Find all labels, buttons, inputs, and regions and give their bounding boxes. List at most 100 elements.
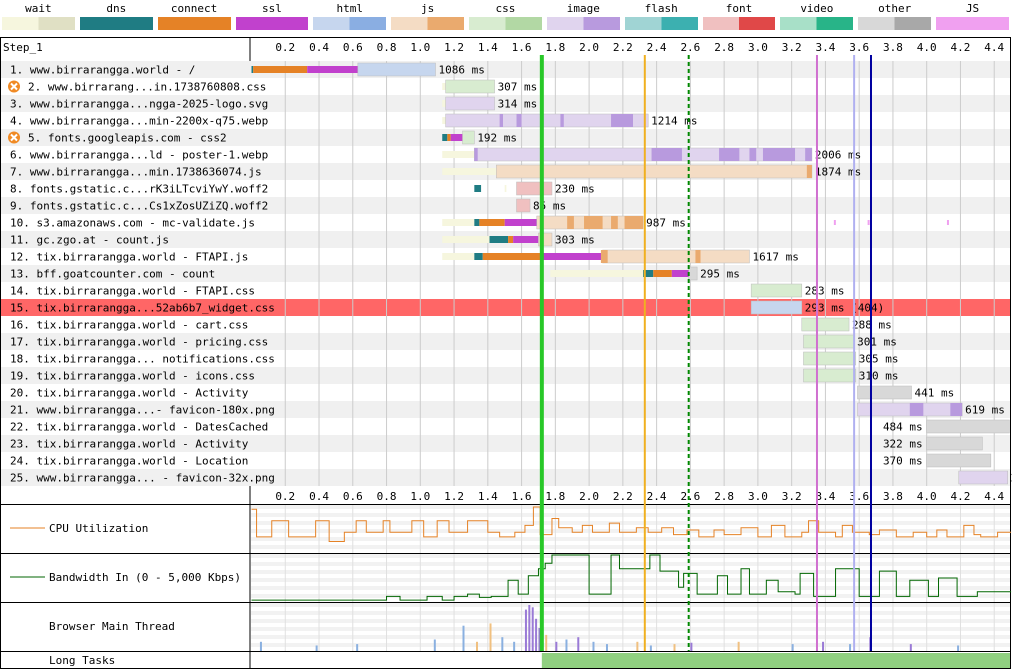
- panel-stripe: [251, 627, 1010, 631]
- request-label: 6. www.birrarangga...ld - poster-1.webp: [10, 149, 268, 162]
- request-bar-segment: [489, 236, 509, 243]
- request-bar-segment: [653, 270, 672, 277]
- x-tick-label-top: 3.4: [815, 41, 835, 54]
- request-label: 5. fonts.googleapis.com - css2: [28, 132, 227, 145]
- request-bar-segment: [357, 62, 436, 77]
- request-bar-segment: [445, 96, 495, 111]
- x-tick-label-top: 3.8: [883, 41, 903, 54]
- request-bar-segment: [508, 236, 514, 243]
- download-chunk: [584, 216, 603, 229]
- request-bar-segment: [602, 249, 750, 264]
- request-label: 25. www.birrarangga... - favicon-32x.png: [10, 472, 275, 485]
- request-label: 22. tix.birrarangga.world - DatesCached: [10, 421, 268, 434]
- request-label: 16. tix.birrarangga.world - cart.css: [10, 319, 248, 332]
- request-bar-segment: [445, 79, 495, 94]
- request-bar-segment: [442, 236, 490, 243]
- js-execution-mark: [946, 220, 949, 225]
- x-tick-label-bottom: 1.0: [410, 490, 430, 503]
- x-tick-label-bottom: 3.0: [748, 490, 768, 503]
- request-bar-segment: [307, 66, 358, 73]
- main-thread-spike: [528, 605, 531, 651]
- main-thread-spike: [636, 641, 639, 651]
- request-label: 7. www.birrarangga...min.1738636074.js: [10, 166, 262, 179]
- main-thread-spike: [690, 642, 693, 651]
- x-tick-label-bottom: 0.6: [343, 490, 363, 503]
- download-chunk: [600, 250, 608, 263]
- x-tick-label-top: 0.4: [309, 41, 329, 54]
- request-bar-segment: [857, 385, 912, 400]
- x-tick-label-top: 1.8: [545, 41, 565, 54]
- request-duration: 1617 ms: [752, 251, 798, 264]
- request-bar-segment: [474, 185, 482, 192]
- main-thread-spike: [476, 641, 479, 651]
- download-chunk: [806, 165, 812, 178]
- request-bar-segment: [482, 253, 542, 260]
- request-bar-segment: [550, 270, 644, 277]
- panel-stripe: [251, 513, 1010, 517]
- main-thread-spike: [356, 644, 359, 651]
- request-bar-segment: [750, 300, 803, 315]
- request-duration: 295 ms: [700, 268, 740, 281]
- x-tick-label-bottom: 0.4: [309, 490, 329, 503]
- main-thread-spike: [555, 641, 558, 651]
- request-label: 1. www.birrarangga.world - /: [10, 64, 195, 77]
- request-bar-segment: [516, 181, 553, 196]
- download-chunk: [805, 148, 812, 161]
- request-bar-segment: [803, 368, 857, 383]
- long-task-range: [541, 653, 1010, 668]
- request-duration: 619 ms: [965, 404, 1005, 417]
- request-bar-segment: [803, 334, 855, 349]
- main-thread-spike: [957, 645, 960, 651]
- x-tick-label-bottom: 1.6: [512, 490, 532, 503]
- download-chunk: [651, 148, 682, 161]
- request-label: 4. www.birrarangga...min-2200x-q75.webp: [10, 115, 268, 128]
- request-duration: 305 ms: [859, 353, 899, 366]
- js-execution-mark: [867, 220, 870, 225]
- x-tick-label-top: 4.2: [951, 41, 971, 54]
- panel-stripe: [251, 619, 1010, 623]
- x-tick-label-top: 2.8: [714, 41, 734, 54]
- request-label: 18. tix.birrarangga... notifications.css: [10, 353, 275, 366]
- bandwidth-line: [251, 554, 1012, 601]
- download-chunk: [567, 216, 574, 229]
- request-duration: 987 ms: [646, 217, 686, 230]
- request-duration: 283 ms: [805, 285, 845, 298]
- step-label: Step_1: [3, 41, 43, 54]
- x-tick-label-bottom: 2.6: [680, 490, 700, 503]
- x-tick-label-top: 1.4: [478, 41, 498, 54]
- panel-stripe: [251, 603, 1010, 607]
- request-bar-segment: [442, 253, 475, 260]
- x-tick-label-top: 0.8: [377, 41, 397, 54]
- x-tick-label-top: 1.2: [444, 41, 464, 54]
- main-thread-spike: [545, 634, 548, 651]
- download-chunk: [516, 114, 522, 127]
- request-duration: 314 ms: [498, 98, 538, 111]
- x-tick-label-bottom: 2.8: [714, 490, 734, 503]
- request-duration: 85 ms: [533, 200, 566, 213]
- x-tick-label-bottom: 3.8: [883, 490, 903, 503]
- request-bar-segment: [958, 470, 1008, 485]
- main-thread-spike: [592, 641, 595, 651]
- request-bar-segment: [442, 219, 475, 226]
- panel-stripe: [251, 537, 1010, 541]
- request-bar-segment: [251, 66, 254, 73]
- x-tick-label-bottom: 3.4: [815, 490, 835, 503]
- request-bar-segment: [926, 453, 992, 468]
- main-thread-spike: [513, 641, 516, 651]
- request-duration: 441 ms: [915, 387, 955, 400]
- long-tasks-label: Long Tasks: [49, 654, 115, 667]
- download-chunk: [611, 114, 633, 127]
- request-duration: 484 ms: [883, 421, 923, 434]
- main-thread-spike: [605, 644, 608, 651]
- x-tick-label-bottom: 3.2: [782, 490, 802, 503]
- panel-stripe: [251, 554, 1010, 558]
- x-tick-label-bottom: 2.2: [613, 490, 633, 503]
- request-bar-segment: [447, 134, 451, 141]
- request-label: 20. tix.birrarangga.world - Activity: [10, 387, 249, 400]
- x-tick-label-bottom: 1.2: [444, 490, 464, 503]
- request-bar-segment: [516, 198, 531, 213]
- main-thread-spike: [577, 637, 580, 651]
- bandwidth-label: Bandwidth In (0 - 5,000 Kbps): [49, 571, 241, 584]
- x-tick-label-top: 2.4: [647, 41, 667, 54]
- request-label: 8. fonts.gstatic.c...rK3iLTcviYwY.woff2: [10, 183, 268, 196]
